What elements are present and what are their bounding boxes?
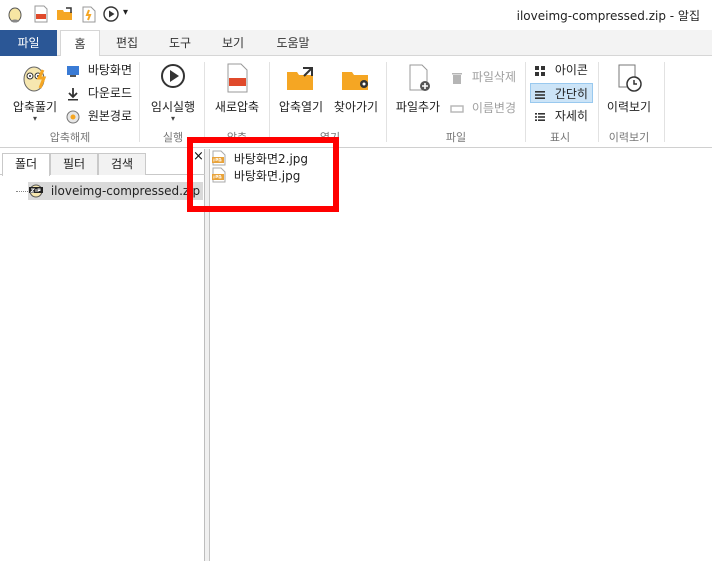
add-file-icon: [409, 64, 430, 91]
tab-filter[interactable]: 필터: [50, 153, 98, 175]
group-divider: [525, 62, 526, 142]
view-simple-label: 간단히: [554, 87, 588, 101]
rename-label: 이름변경: [471, 101, 516, 115]
tab-home[interactable]: 홈: [60, 30, 100, 57]
extract-to-downloads-label: 다운로드: [87, 86, 132, 100]
ribbon-tab-bar: 파일 홈 편집 도구 보기 도움말: [0, 30, 712, 57]
trash-icon: [452, 72, 462, 84]
view-details-label: 자세히: [554, 109, 588, 123]
extract-button[interactable]: 압축풀기 ▾: [8, 62, 62, 123]
tab-edit[interactable]: 편집: [104, 30, 150, 56]
new-compress-button[interactable]: 새로압축: [210, 62, 264, 115]
alzip-logo-icon: [8, 7, 22, 23]
group-divider: [269, 62, 270, 142]
extract-to-original-path-label: 원본경로: [87, 109, 132, 123]
group-divider: [664, 62, 665, 142]
find-location-button[interactable]: 찾아가기: [330, 62, 382, 115]
tab-help[interactable]: 도움말: [264, 30, 322, 56]
tree-connector: [16, 191, 28, 192]
title-bar: ▾ iloveimg-compressed.zip - 알집: [0, 0, 712, 30]
zip-file-icon: [227, 63, 248, 93]
extract-group-label: 압축해제: [49, 131, 91, 144]
open-archive-button[interactable]: 압축열기: [274, 62, 328, 115]
group-divider: [386, 62, 387, 142]
file-group-label: 파일: [445, 131, 467, 144]
history-group-label: 이력보기: [608, 131, 650, 144]
folder-location-icon: [342, 72, 368, 90]
quick-access-dropdown-icon[interactable]: ▾: [123, 7, 133, 25]
group-divider: [204, 62, 205, 142]
ribbon: 압축풀기 ▾ 바탕화면 다운로드 원본경로 압축해제 임시실행 ▾ 실행 새로압…: [0, 56, 712, 148]
extract-dropdown-icon[interactable]: ▾: [8, 115, 62, 123]
tab-view[interactable]: 보기: [210, 30, 256, 56]
extract-to-original-path-button[interactable]: 원본경로: [64, 106, 136, 126]
tab-folder[interactable]: 폴더: [2, 153, 50, 176]
add-file-label: 파일추가: [395, 100, 441, 114]
delete-file-label: 파일삭제: [471, 70, 516, 84]
delete-file-button[interactable]: 파일삭제: [448, 67, 520, 87]
extract-mascot-icon: [23, 66, 47, 92]
window-title: iloveimg-compressed.zip - 알집: [516, 9, 700, 23]
extract-wizard-icon[interactable]: [80, 5, 98, 23]
view-details-button[interactable]: 자세히: [531, 106, 592, 126]
desktop-icon: [67, 65, 79, 77]
open-folder-icon: [287, 67, 313, 90]
details-list-icon: [535, 112, 545, 121]
open-archive-label: 압축열기: [278, 100, 324, 114]
tab-file[interactable]: 파일: [0, 30, 57, 56]
temp-run-label: 임시실행: [150, 100, 196, 114]
play-icon[interactable]: [102, 5, 120, 23]
highlight-annotation: [187, 137, 339, 212]
tree-item-label: iloveimg-compressed.zip: [50, 184, 201, 198]
new-compress-label: 새로압축: [214, 100, 260, 114]
temp-run-button[interactable]: 임시실행 ▾: [146, 62, 200, 123]
view-group-label: 표시: [549, 131, 571, 144]
list-icon: [535, 90, 545, 99]
zip-archive-icon: [29, 184, 43, 198]
group-divider: [598, 62, 599, 142]
rename-button[interactable]: 이름변경: [448, 98, 520, 118]
original-path-icon: [66, 110, 80, 123]
extract-to-desktop-button[interactable]: 바탕화면: [64, 60, 136, 80]
history-clock-icon: [618, 64, 642, 92]
extract-to-downloads-button[interactable]: 다운로드: [64, 83, 136, 103]
grid-icon: [535, 65, 545, 76]
history-label: 이력보기: [606, 100, 652, 114]
tab-search[interactable]: 검색: [98, 153, 146, 175]
view-icons-label: 아이콘: [554, 63, 588, 77]
zip-file-icon[interactable]: [32, 5, 50, 23]
tree-item-archive[interactable]: iloveimg-compressed.zip: [28, 182, 204, 200]
add-file-button[interactable]: 파일추가: [392, 62, 444, 115]
folder-pane-tabs: 폴더 필터 검색: [0, 153, 205, 176]
play-icon: [161, 64, 185, 88]
view-simple-button[interactable]: 간단히: [530, 83, 593, 103]
extract-label: 압축풀기: [12, 100, 58, 114]
folder-pane: 폴더 필터 검색 iloveimg-compressed.zip: [0, 149, 205, 561]
group-divider: [139, 62, 140, 142]
download-icon: [68, 87, 78, 100]
history-button[interactable]: 이력보기: [602, 62, 656, 115]
temp-run-dropdown-icon[interactable]: ▾: [146, 115, 200, 123]
open-folder-icon[interactable]: [56, 5, 74, 23]
tab-tools[interactable]: 도구: [156, 30, 204, 56]
find-location-label: 찾아가기: [333, 100, 379, 114]
extract-to-desktop-label: 바탕화면: [87, 63, 132, 77]
rename-icon: [450, 104, 464, 113]
view-icons-button[interactable]: 아이콘: [531, 60, 592, 80]
